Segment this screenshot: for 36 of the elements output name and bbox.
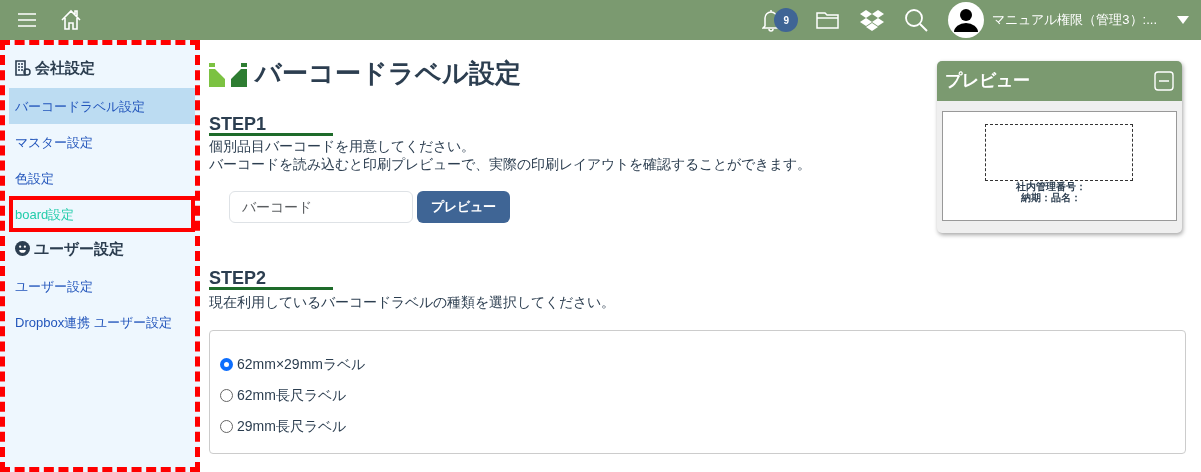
avatar-icon[interactable] [948, 2, 985, 38]
option-label[interactable]: 62mm長尺ラベル [237, 385, 346, 406]
smiley-icon [15, 241, 30, 257]
sidebar-item[interactable]: バーコードラベル設定 [9, 87, 195, 124]
sidebar-item[interactable]: マスター設定 [9, 123, 195, 160]
radio-button[interactable] [220, 358, 233, 371]
logo-icon [209, 60, 247, 87]
radio-button[interactable] [220, 389, 233, 402]
radio-button[interactable] [220, 420, 233, 433]
step-heading: STEP1 [209, 115, 333, 137]
preview-button[interactable]: プレビュー [417, 191, 510, 224]
search-icon[interactable] [904, 8, 929, 32]
dropbox-icon[interactable] [860, 9, 885, 31]
barcode-field[interactable]: バーコード [229, 191, 413, 224]
caret-icon[interactable] [1177, 16, 1189, 24]
sidebar-item[interactable]: ユーザー設定 [9, 268, 195, 304]
building-icon [15, 60, 31, 77]
minimize-icon[interactable] [1154, 71, 1174, 91]
label-field-text: 納期：品名： [1020, 192, 1082, 203]
description: 現在利用しているバーコードラベルの種類を選択してください。 [209, 293, 616, 312]
option-label[interactable]: 62mm×29mmラベル [237, 354, 365, 375]
section-title: 会社設定 [35, 58, 95, 78]
folder-icon[interactable] [816, 10, 841, 30]
instruction-text: 個別品目バーコードを用意してください。 [209, 137, 476, 156]
step-heading: STEP2 [209, 269, 333, 291]
sidebar-item[interactable]: Dropbox連携 ユーザー設定 [9, 304, 195, 340]
sidebar-item[interactable]: 色設定 [9, 159, 195, 196]
notification-badge: 9 [774, 8, 799, 32]
panel-title: プレビュー [945, 70, 1030, 93]
section-title: ユーザー設定 [34, 238, 124, 259]
label-field-text: 社内管理番号： [1014, 181, 1087, 192]
instruction-text: バーコードを読み込むと印刷プレビューで、実際の印刷レイアウトを確認することができます。 [209, 155, 812, 174]
menu-icon[interactable] [18, 13, 36, 27]
option-label[interactable]: 29mm長尺ラベル [237, 416, 346, 437]
page-title: バーコードラベル設定 [255, 58, 521, 90]
home-icon[interactable] [60, 9, 82, 31]
